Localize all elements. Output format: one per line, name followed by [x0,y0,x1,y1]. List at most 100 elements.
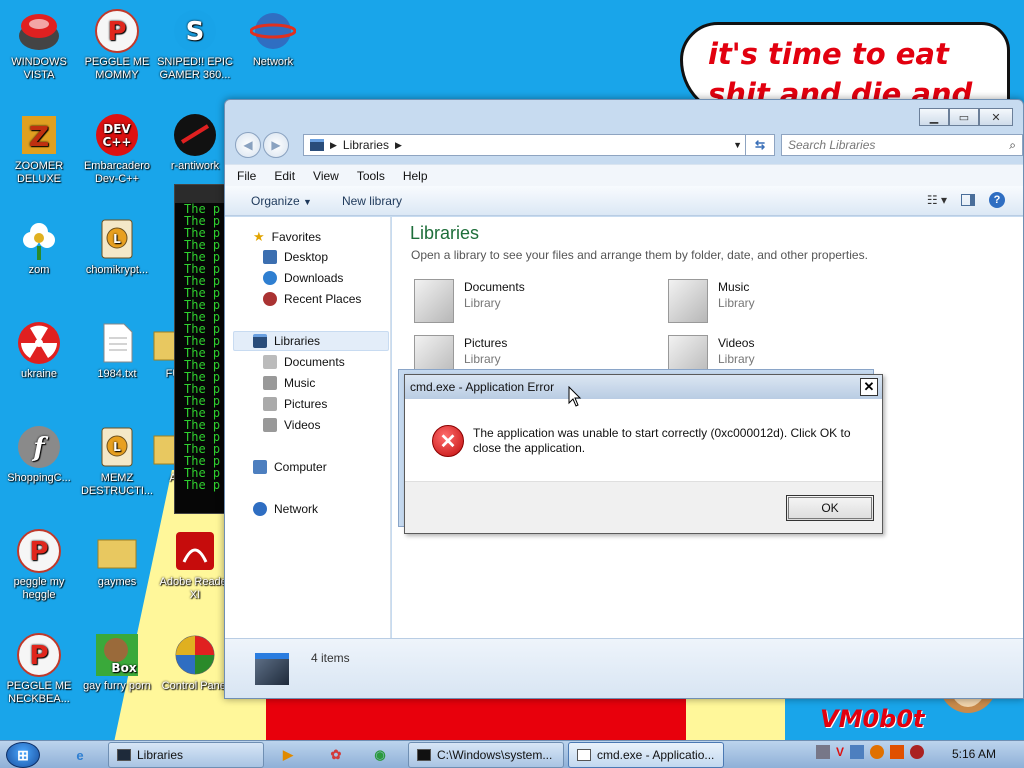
refresh-button[interactable]: ⇆ [745,134,775,156]
tray-flag-icon[interactable] [890,745,905,759]
tray-network-icon[interactable] [850,745,865,759]
view-options-icon[interactable]: ☷ ▾ [927,193,947,207]
address-bar[interactable]: ▶ Libraries ▶ ▼ [303,134,749,156]
nav-documents[interactable]: Documents [263,355,345,369]
tray-v-icon[interactable]: V [836,745,844,759]
ie-icon[interactable]: e [70,745,90,765]
error-dialog[interactable]: cmd.exe - Application Error ✕ ✕ The appl… [404,374,883,534]
breadcrumb-separator-icon[interactable]: ▶ [330,140,337,151]
library-documents[interactable]: Documents Library [414,279,525,323]
desktop-icon[interactable]: Box gay furry porn [78,632,156,693]
error-icon: ✕ [432,425,464,457]
organize-button[interactable]: Organize ▼ [251,194,312,208]
desktop-icon[interactable]: r-antiwork [156,112,234,173]
menu-help[interactable]: Help [403,169,428,183]
breadcrumb-libraries[interactable]: Libraries [343,138,389,152]
desktop-icon[interactable]: Lchomikrypt... [78,216,156,277]
menu-view[interactable]: View [313,169,339,183]
back-button[interactable]: ◀ [235,132,261,158]
dialog-title: cmd.exe - Application Error [410,380,555,394]
start-button[interactable]: ⊞ [6,742,40,768]
status-bar: 4 items [225,638,1023,698]
nav-music[interactable]: Music [263,376,315,390]
nav-network[interactable]: Network [253,502,318,516]
menu-file[interactable]: File [237,169,256,183]
svg-text:P: P [29,641,48,671]
desktop-icon[interactable]: Z ZOOMER DELUXE [0,112,78,186]
desktop-icon[interactable]: Control Panel [156,632,234,693]
nav-libraries-label: Libraries [274,334,321,348]
nav-desktop[interactable]: Desktop [263,250,328,264]
mouse-cursor-icon [568,386,582,407]
help-icon[interactable]: ? [989,192,1005,208]
desktop-icon[interactable]: DEV C++ Embarcadero Dev-C++ [78,112,156,186]
desktop-icon[interactable]: P PEGGLE ME NECKBEA... [0,632,78,706]
documents-icon [263,355,277,369]
media-player-icon[interactable]: ▶ [278,745,298,765]
desktop-icon[interactable]: Adobe Reader XI [156,528,234,602]
close-button[interactable]: ✕ [979,108,1013,126]
nav-pictures[interactable]: Pictures [263,397,327,411]
desktop-icon[interactable]: ukraine [0,320,78,381]
task-libraries[interactable]: Libraries [108,742,264,768]
page-subtitle: Open a library to see your files and arr… [411,248,868,262]
nav-videos[interactable]: Videos [263,418,320,432]
nav-favorites[interactable]: ★ Favorites [253,229,321,245]
clock[interactable]: 5:16 AM [952,747,996,761]
desktop-icon[interactable]: zom [0,216,78,277]
forward-button[interactable]: ▶ [263,132,289,158]
search-icon[interactable]: ⌕ [1009,138,1016,153]
nav-recent-places[interactable]: Recent Places [263,292,361,306]
refresh-icon: ⇆ [754,138,766,152]
dialog-close-button[interactable]: ✕ [860,378,878,396]
task-label: cmd.exe - Applicatio... [597,748,715,762]
chrome-icon[interactable]: ◉ [370,745,390,765]
breadcrumb-separator-icon[interactable]: ▶ [395,140,402,151]
svg-text:C++: C++ [103,135,132,149]
tray-search-icon[interactable] [870,745,885,759]
menu-edit[interactable]: Edit [274,169,295,183]
lock-icon: L [94,216,140,262]
svg-text:Z: Z [29,120,49,153]
desktop-icon[interactable]: gaymes [78,528,156,589]
documents-library-icon [414,279,454,323]
task-cmd[interactable]: C:\Windows\system... [408,742,564,768]
nav-downloads[interactable]: Downloads [263,271,343,285]
ok-button[interactable]: OK [786,495,874,521]
task-error-dialog[interactable]: cmd.exe - Applicatio... [568,742,724,768]
preview-pane-icon[interactable] [961,194,975,206]
desktop-icon[interactable]: S SNIPED!! EPIC GAMER 360... [156,8,234,82]
wallpaper-signature: VM0b0t [820,705,925,733]
desktop-icon[interactable]: WINDOWS VISTA [0,8,78,82]
desktop-icon-label: PEGGLE ME NECKBEA... [6,680,72,705]
nav-computer[interactable]: Computer [253,460,327,474]
address-dropdown-icon[interactable]: ▼ [733,140,742,150]
library-name: Music [718,280,750,294]
dialog-task-icon [577,749,591,761]
dialog-titlebar[interactable]: cmd.exe - Application Error [405,375,882,399]
nav-pictures-label: Pictures [284,397,328,411]
minimize-button[interactable]: ▁ [919,108,949,126]
tray-volume-icon[interactable] [910,745,925,759]
tray-app-icon[interactable] [816,745,830,759]
desktop-icon-label: SNIPED!! EPIC GAMER 360... [157,56,233,81]
computer-icon [253,460,267,474]
desktop-icon[interactable]: f ShoppingC... [0,424,78,485]
library-music[interactable]: Music Library [668,279,755,323]
library-type: Library [464,352,501,366]
nav-documents-label: Documents [284,355,345,369]
desktop-icon[interactable]: Network [234,8,312,69]
search-input[interactable]: Search Libraries ⌕ [781,134,1023,156]
maximize-button[interactable]: ▭ [949,108,979,126]
new-library-button[interactable]: New library [342,194,402,208]
peggle-icon: P [16,632,62,678]
paint-icon[interactable]: ✿ [326,745,346,765]
menu-tools[interactable]: Tools [357,169,385,183]
nav-libraries[interactable]: Libraries [253,334,320,348]
wallpaper-red-shape [266,698,686,740]
nav-computer-label: Computer [274,460,327,474]
library-type: Library [464,296,501,310]
desktop-icon[interactable]: Ppeggle my heggle [0,528,78,602]
desktop-icon[interactable]: P PEGGLE ME MOMMY [78,8,156,82]
desktop-icon-label: zom [28,264,50,276]
